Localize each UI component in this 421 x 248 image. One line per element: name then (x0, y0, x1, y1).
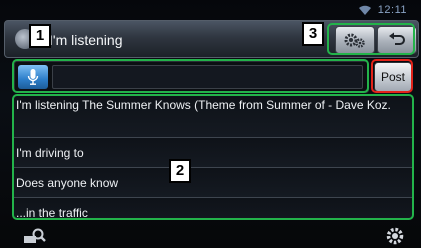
wifi-icon (358, 5, 371, 15)
page-title: I'm listening (49, 32, 123, 48)
screen: 12:11 I'm listening Post I'm listening T… (0, 0, 421, 248)
callout-2: 2 (169, 159, 191, 183)
search-button[interactable] (22, 226, 48, 246)
settings-bottom-button[interactable] (382, 226, 408, 246)
clock: 12:11 (377, 4, 407, 16)
title-buttons-highlight-frame (327, 23, 415, 55)
status-bar: 12:11 (358, 2, 407, 18)
bottom-toolbar (0, 226, 421, 248)
callout-3: 3 (302, 22, 324, 46)
callout-1: 1 (29, 24, 51, 48)
search-icon (24, 228, 46, 243)
list-highlight-frame (12, 94, 414, 220)
gear-icon (386, 227, 404, 245)
post-highlight-frame (371, 59, 413, 93)
input-highlight-frame (12, 59, 369, 93)
